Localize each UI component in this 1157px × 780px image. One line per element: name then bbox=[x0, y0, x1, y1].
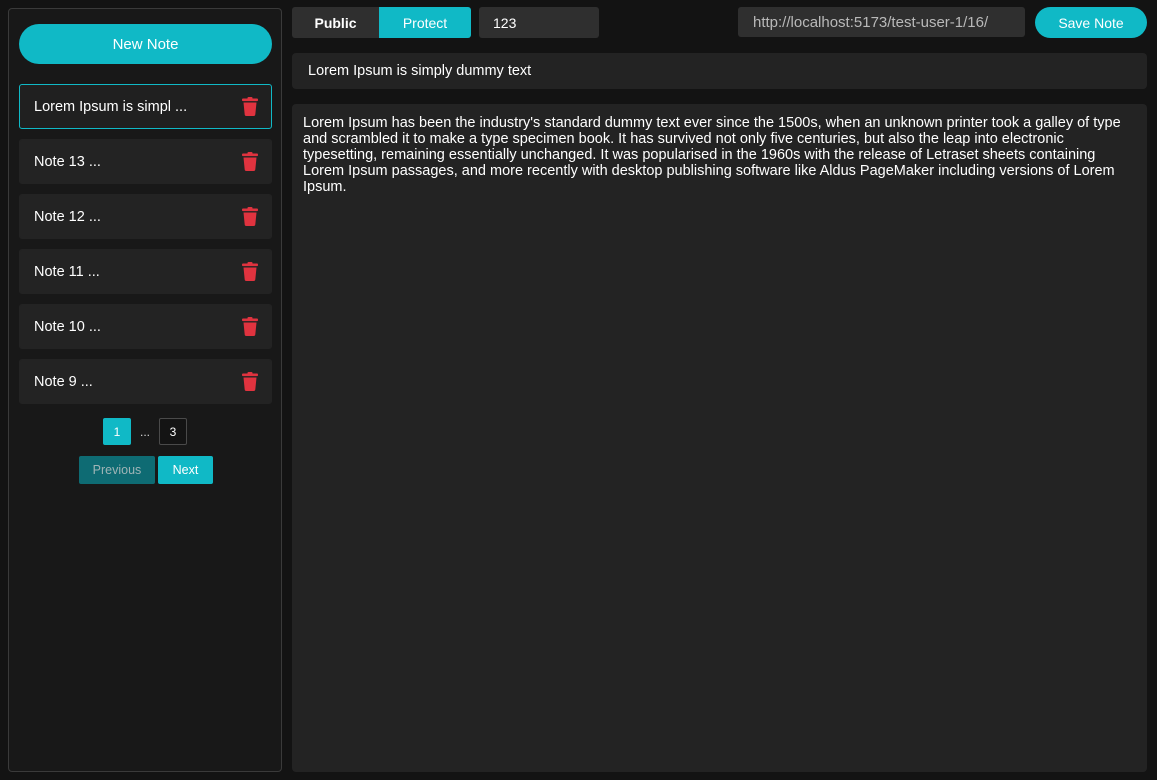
note-item[interactable]: Note 12 ... bbox=[19, 194, 272, 239]
visibility-toggle: Public Protect bbox=[292, 7, 471, 38]
note-item[interactable]: Note 10 ... bbox=[19, 304, 272, 349]
save-note-button[interactable]: Save Note bbox=[1035, 7, 1147, 38]
page-button-current[interactable]: 1 bbox=[103, 418, 131, 445]
pagination-nav: Previous Next bbox=[9, 456, 281, 484]
trash-icon[interactable] bbox=[242, 207, 258, 226]
page-ellipsis: ... bbox=[139, 424, 150, 439]
note-item-label: Lorem Ipsum is simpl ... bbox=[34, 98, 188, 115]
note-item[interactable]: Lorem Ipsum is simpl ... bbox=[19, 84, 272, 129]
trash-icon[interactable] bbox=[242, 372, 258, 391]
new-note-button[interactable]: New Note bbox=[19, 24, 272, 64]
note-item-label: Note 11 ... bbox=[34, 263, 100, 280]
trash-icon[interactable] bbox=[242, 317, 258, 336]
public-toggle-button[interactable]: Public bbox=[292, 7, 379, 38]
note-item[interactable]: Note 9 ... bbox=[19, 359, 272, 404]
next-page-button[interactable]: Next bbox=[158, 456, 213, 484]
note-body-editor[interactable]: Lorem Ipsum has been the industry's stan… bbox=[292, 104, 1147, 772]
trash-icon[interactable] bbox=[242, 97, 258, 116]
page-button-last[interactable]: 3 bbox=[159, 418, 187, 445]
share-url-field[interactable]: http://localhost:5173/test-user-1/16/ bbox=[738, 7, 1025, 37]
note-item-label: Note 10 ... bbox=[34, 318, 101, 335]
trash-icon[interactable] bbox=[242, 262, 258, 281]
pagination: 1 ... 3 bbox=[9, 418, 281, 445]
note-list: Lorem Ipsum is simpl ... Note 13 ... Not… bbox=[19, 84, 272, 414]
note-item-label: Note 12 ... bbox=[34, 208, 101, 225]
trash-icon[interactable] bbox=[242, 152, 258, 171]
note-item[interactable]: Note 11 ... bbox=[19, 249, 272, 294]
protect-toggle-button[interactable]: Protect bbox=[379, 7, 471, 38]
password-input[interactable] bbox=[479, 7, 599, 38]
note-item-label: Note 9 ... bbox=[34, 373, 93, 390]
note-item[interactable]: Note 13 ... bbox=[19, 139, 272, 184]
previous-page-button[interactable]: Previous bbox=[79, 456, 155, 484]
note-title-field[interactable]: Lorem Ipsum is simply dummy text bbox=[292, 53, 1147, 89]
note-item-label: Note 13 ... bbox=[34, 153, 101, 170]
sidebar: New Note Lorem Ipsum is simpl ... Note 1… bbox=[8, 8, 282, 772]
